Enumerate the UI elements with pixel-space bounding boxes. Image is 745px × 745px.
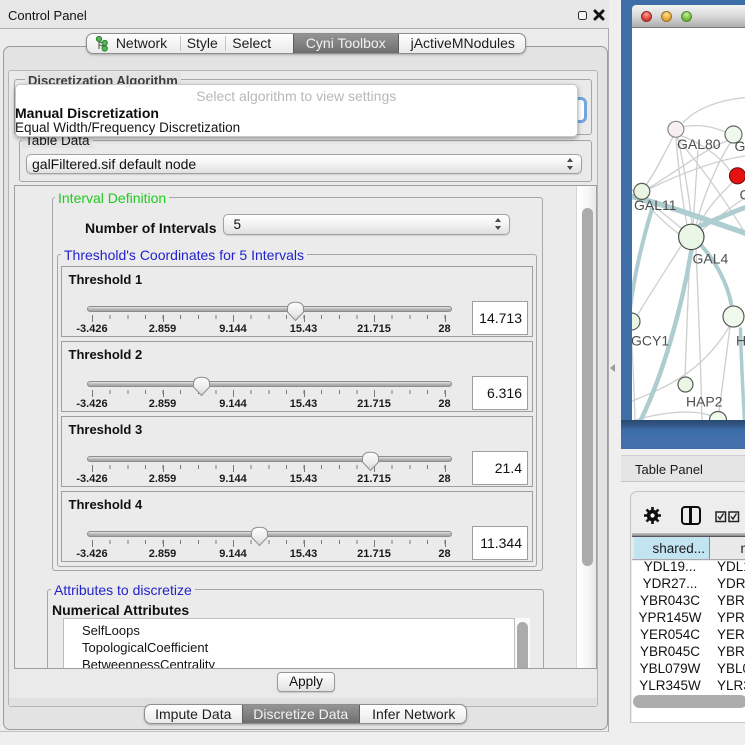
svg-text:GAL11: GAL11	[634, 197, 677, 213]
svg-text:C: C	[740, 187, 745, 203]
svg-text:GAL4: GAL4	[693, 250, 729, 266]
svg-text:HI: HI	[736, 332, 745, 348]
svg-text:GCY1: GCY1	[632, 332, 669, 348]
svg-text:GAL80: GAL80	[677, 136, 721, 152]
svg-text:GA: GA	[735, 138, 745, 154]
svg-text:HAP2: HAP2	[686, 393, 723, 409]
